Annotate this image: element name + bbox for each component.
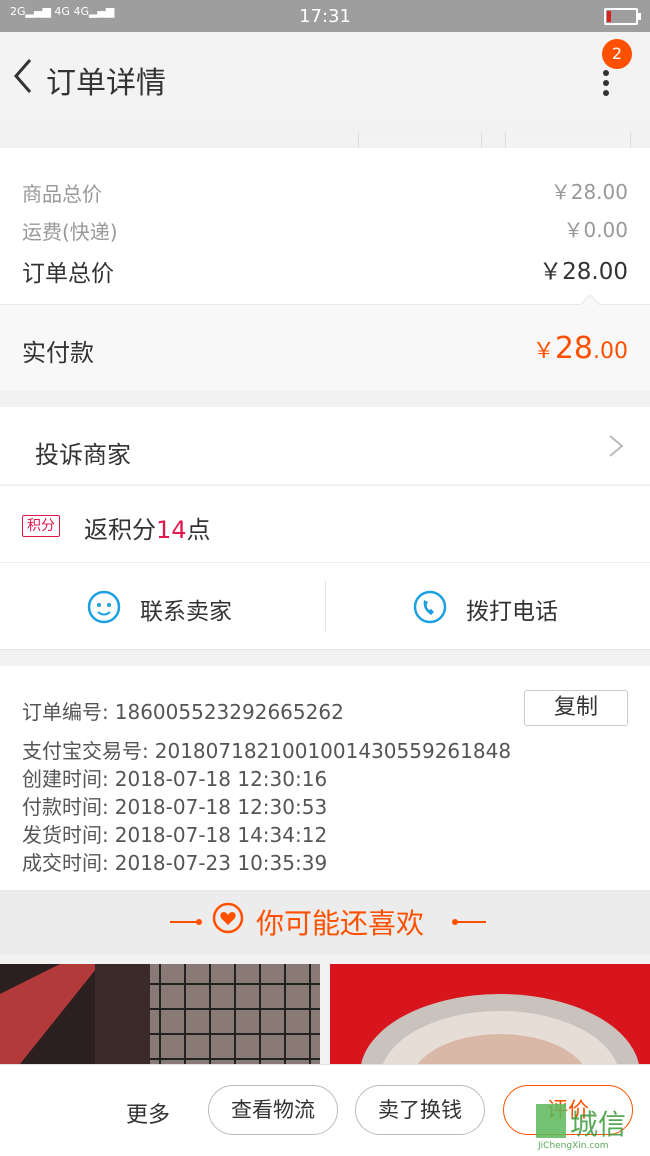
phone-icon	[413, 590, 447, 624]
notification-badge: 2	[602, 39, 632, 69]
clock: 17:31	[299, 6, 351, 27]
chat-face-icon	[87, 590, 121, 624]
more-button[interactable]: 更多	[126, 1097, 170, 1129]
nav-header: 订单详情	[0, 32, 650, 163]
chevron-right-icon	[609, 435, 624, 457]
complain-seller-label: 投诉商家	[35, 441, 131, 469]
created-time: 创建时间: 2018-07-18 12:30:16	[22, 767, 328, 791]
paid-label: 实付款	[22, 339, 94, 367]
goods-total-value: ￥28.00	[550, 180, 628, 204]
paid-time: 付款时间: 2018-07-18 12:30:53	[22, 795, 328, 819]
copy-button[interactable]: 复制	[524, 690, 628, 726]
shipped-time: 发货时间: 2018-07-18 14:34:12	[22, 823, 328, 847]
complain-seller-row[interactable]: 投诉商家	[0, 407, 650, 484]
product-card[interactable]	[0, 964, 320, 1064]
chevron-left-icon	[14, 59, 32, 93]
svg-text:JiChengXin.com: JiChengXin.com	[537, 1141, 609, 1150]
points-row: 积分 返积分14点	[0, 485, 650, 562]
recommend-header: 你可能还喜欢	[0, 890, 650, 954]
svg-text:城信: 城信	[570, 1108, 626, 1141]
order-number: 订单编号: 186005523292665262	[22, 700, 344, 724]
paid-amount-row: 实付款 ￥28.00	[0, 304, 650, 391]
contact-seller-button[interactable]: 联系卖家	[0, 563, 325, 649]
view-logistics-button[interactable]: 查看物流	[208, 1085, 338, 1135]
page-title: 订单详情	[46, 66, 166, 101]
price-summary: 商品总价 ￥28.00 运费(快递) ￥0.00 订单总价 ￥28.00	[0, 148, 650, 304]
caret-up-icon	[580, 294, 600, 306]
shipping-label: 运费(快递)	[22, 220, 118, 244]
recommend-title: 你可能还喜欢	[256, 907, 425, 940]
alipay-trade-number: 支付宝交易号: 2018071821001001430559261848	[22, 739, 512, 763]
status-bar: 2G▂▄▆ 4G 4G▂▄▆ 17:31	[0, 0, 650, 32]
product-card[interactable]	[330, 964, 650, 1064]
order-total-value: ￥28.00	[539, 259, 628, 285]
paid-value: ￥28.00	[532, 331, 628, 366]
call-phone-button[interactable]: 拨打电话	[326, 563, 650, 649]
product-image	[330, 964, 650, 1064]
shipping-value: ￥0.00	[563, 218, 628, 242]
contact-seller-label: 联系卖家	[140, 599, 232, 625]
heart-icon	[212, 902, 244, 934]
completed-time: 成交时间: 2018-07-23 10:35:39	[22, 851, 328, 875]
goods-total-label: 商品总价	[22, 182, 102, 206]
watermark-logo: 城信 JiChengXin.com	[536, 1104, 650, 1151]
points-tag: 积分	[22, 515, 60, 537]
resell-button[interactable]: 卖了换钱	[355, 1085, 485, 1135]
order-total-label: 订单总价	[22, 261, 114, 287]
contact-row: 联系卖家 拨打电话	[0, 562, 650, 650]
call-phone-label: 拨打电话	[466, 599, 558, 625]
back-button[interactable]	[8, 56, 48, 96]
product-image	[0, 964, 320, 1064]
points-text: 返积分14点	[84, 516, 211, 544]
order-info: 订单编号: 186005523292665262 复制 支付宝交易号: 201807…	[0, 666, 650, 890]
battery-icon	[604, 8, 641, 25]
